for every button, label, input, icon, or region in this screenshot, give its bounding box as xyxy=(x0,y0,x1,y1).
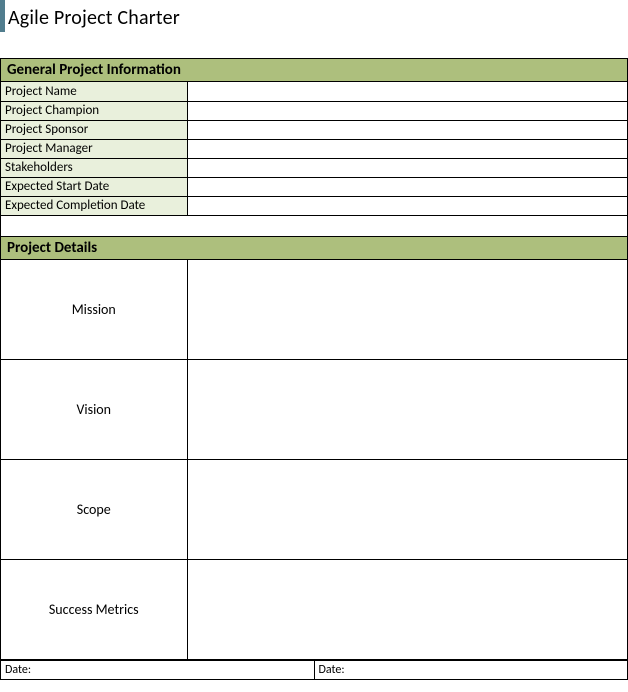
field-label-scope: Scope xyxy=(1,460,187,560)
footer-dates-row: Date: Date: xyxy=(1,660,627,680)
page-title: Agile Project Charter xyxy=(0,0,628,30)
field-label-project-champion: Project Champion xyxy=(1,101,187,120)
table-row: Mission xyxy=(1,260,627,360)
field-value-expected-start-date[interactable] xyxy=(187,177,627,196)
table-row: Project Manager xyxy=(1,139,627,158)
field-value-mission[interactable] xyxy=(187,260,627,360)
field-value-stakeholders[interactable] xyxy=(187,158,627,177)
section-header-general: General Project Information xyxy=(1,58,627,82)
field-label-project-sponsor: Project Sponsor xyxy=(1,120,187,139)
field-value-project-champion[interactable] xyxy=(187,101,627,120)
field-label-mission: Mission xyxy=(1,260,187,360)
footer-date-1[interactable]: Date: xyxy=(1,661,315,679)
field-value-project-name[interactable] xyxy=(187,82,627,101)
field-value-project-sponsor[interactable] xyxy=(187,120,627,139)
field-label-stakeholders: Stakeholders xyxy=(1,158,187,177)
date-label: Date: xyxy=(5,663,31,677)
footer-date-2[interactable]: Date: xyxy=(315,661,628,679)
field-label-project-name: Project Name xyxy=(1,82,187,101)
field-label-expected-start-date: Expected Start Date xyxy=(1,177,187,196)
table-row: Success Metrics xyxy=(1,560,627,660)
table-row: Expected Start Date xyxy=(1,177,627,196)
section-header-details: Project Details xyxy=(1,236,627,260)
field-value-expected-completion-date[interactable] xyxy=(187,196,627,215)
table-row: Expected Completion Date xyxy=(1,196,627,215)
field-label-expected-completion-date: Expected Completion Date xyxy=(1,196,187,215)
field-value-vision[interactable] xyxy=(187,360,627,460)
field-value-success-metrics[interactable] xyxy=(187,560,627,660)
table-row: Stakeholders xyxy=(1,158,627,177)
field-value-project-manager[interactable] xyxy=(187,139,627,158)
table-row: Scope xyxy=(1,460,627,560)
table-row: Project Sponsor xyxy=(1,120,627,139)
field-label-project-manager: Project Manager xyxy=(1,139,187,158)
project-details-table: Mission Vision Scope Success Metrics xyxy=(1,260,627,661)
field-label-vision: Vision xyxy=(1,360,187,460)
field-value-scope[interactable] xyxy=(187,460,627,560)
table-row: Project Champion xyxy=(1,101,627,120)
field-label-success-metrics: Success Metrics xyxy=(1,560,187,660)
title-accent-bar xyxy=(0,0,5,32)
date-label: Date: xyxy=(319,663,345,677)
table-row: Project Name xyxy=(1,82,627,101)
general-info-table: Project Name Project Champion Project Sp… xyxy=(1,82,627,216)
charter-sheet: General Project Information Project Name… xyxy=(0,58,628,680)
table-row: Vision xyxy=(1,360,627,460)
